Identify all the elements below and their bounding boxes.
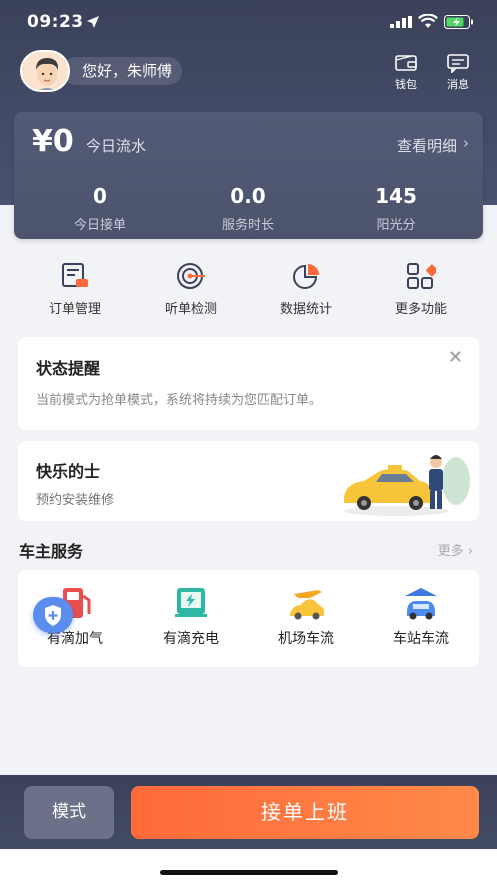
quick-action-listen-check[interactable]: 听单检测: [136, 262, 246, 317]
messages-label: 消息: [447, 78, 469, 91]
service-station[interactable]: 车站车流: [366, 586, 476, 648]
earnings-card: ¥0 今日流水 查看明细 › 0 今日接单 0.0 服务时长 145 阳光分: [14, 112, 483, 239]
stat-sunshine-score: 145 阳光分: [336, 184, 456, 233]
service-label: 机场车流: [278, 631, 334, 647]
stat-label: 阳光分: [376, 218, 416, 233]
view-details-link[interactable]: 查看明细: [397, 135, 457, 156]
service-airport[interactable]: 机场车流: [251, 586, 361, 648]
quick-action-label: 更多功能: [394, 302, 447, 317]
stat-service-hours: 0.0 服务时长: [188, 184, 308, 233]
chevron-right-icon: ›: [467, 544, 473, 559]
taxi-driver-illustration: [344, 455, 470, 516]
quick-action-more[interactable]: 更多功能: [366, 262, 476, 317]
service-label: 有滴加气: [47, 631, 103, 647]
quick-action-statistics[interactable]: 数据统计: [251, 262, 361, 317]
promo-title: 快乐的士: [36, 462, 101, 481]
stat-label: 服务时长: [221, 218, 274, 233]
service-label: 有滴充电: [163, 631, 219, 647]
driver-avatar-icon: [22, 52, 68, 90]
status-time: 09:23: [27, 12, 84, 32]
battery-icon: [444, 15, 473, 29]
quick-action-order-management[interactable]: 订单管理: [20, 262, 130, 317]
stat-orders-today: 0 今日接单: [40, 184, 160, 233]
wallet-button[interactable]: 钱包: [386, 53, 426, 92]
wallet-label: 钱包: [395, 78, 417, 91]
wallet-icon: [395, 55, 417, 71]
floating-shield-button[interactable]: [33, 597, 73, 633]
section-title: 车主服务: [19, 542, 84, 561]
stat-value: 145: [375, 184, 417, 208]
location-arrow-icon: [87, 16, 99, 28]
earnings-amount: ¥0: [32, 124, 74, 159]
quick-action-label: 订单管理: [48, 302, 101, 317]
notice-text: 当前模式为抢单模式，系统将持续为您匹配订单。: [36, 393, 323, 408]
stat-value: 0.0: [230, 184, 266, 208]
quick-action-label: 数据统计: [279, 302, 332, 317]
wifi-icon: [418, 14, 438, 28]
more-label: 更多: [437, 544, 464, 559]
pie-chart-icon: [293, 264, 319, 289]
message-icon: [447, 54, 469, 73]
shield-plus-icon: [45, 605, 61, 626]
grid-icon: [407, 263, 436, 289]
service-label: 车站车流: [393, 631, 449, 647]
station-icon: [405, 588, 437, 620]
chevron-right-icon: ›: [463, 134, 469, 152]
order-icon: [62, 263, 88, 287]
mode-button[interactable]: 模式: [24, 786, 114, 839]
greeting-text: 您好，朱师傅: [82, 62, 173, 80]
messages-button[interactable]: 消息: [438, 53, 478, 92]
service-charging[interactable]: 有滴充电: [136, 586, 246, 648]
more-link[interactable]: 更多 ›: [438, 540, 473, 559]
airport-icon: [290, 590, 324, 620]
status-bar: 09:23: [0, 0, 497, 46]
notice-title: 状态提醒: [36, 359, 101, 378]
close-icon[interactable]: ✕: [448, 347, 463, 368]
home-indicator-area: [0, 849, 497, 883]
earnings-label: 今日流水: [86, 137, 147, 155]
promo-subtitle: 预约安装维修: [36, 493, 115, 508]
signal-icon: [390, 16, 412, 28]
target-icon: [177, 263, 205, 289]
promo-card[interactable]: 快乐的士 预约安装维修: [18, 441, 479, 521]
charging-icon: [175, 588, 207, 617]
stat-label: 今日接单: [73, 218, 126, 233]
bottom-bar: 模式 接单上班: [0, 775, 497, 849]
status-notice-card: 状态提醒 当前模式为抢单模式，系统将持续为您匹配订单。 ✕: [18, 337, 479, 430]
avatar[interactable]: [20, 50, 70, 92]
home-indicator[interactable]: [160, 870, 338, 875]
quick-action-label: 听单检测: [164, 302, 217, 317]
stat-value: 0: [93, 184, 107, 208]
greeting: 您好，朱师傅: [62, 57, 183, 85]
start-work-button[interactable]: 接单上班: [131, 786, 479, 839]
